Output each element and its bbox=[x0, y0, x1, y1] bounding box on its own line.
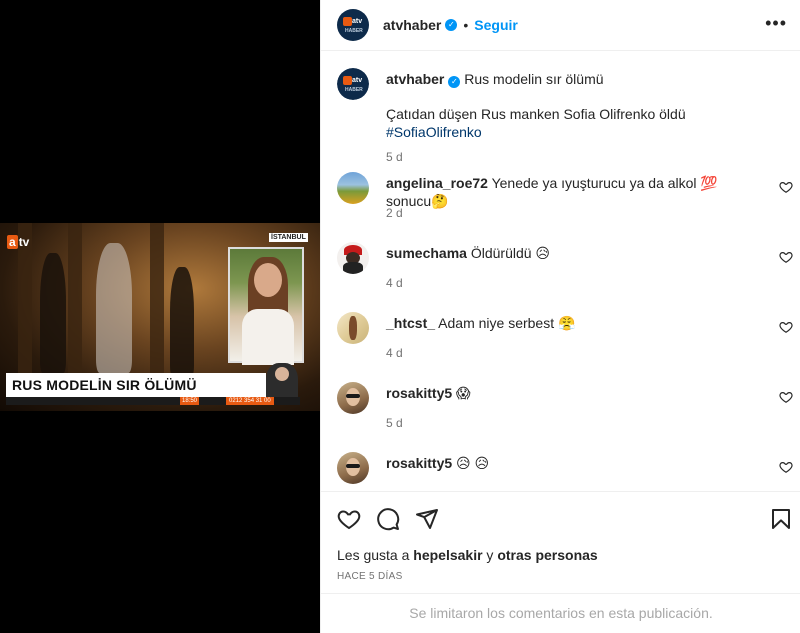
headline-text: RUS MODELİN SIR ÖLÜMÜ bbox=[12, 377, 197, 393]
comment-username[interactable]: sumechama bbox=[386, 245, 467, 261]
post-header: atv HABER atvhaber ✓ • Seguir ••• bbox=[321, 0, 800, 51]
comment-text: Öldürüldü 😥 bbox=[470, 245, 551, 261]
avatar[interactable]: atv HABER bbox=[337, 9, 369, 41]
comment-username[interactable]: rosakitty5 bbox=[386, 455, 452, 471]
comment-item: rosakitty5 😱 5 d bbox=[337, 382, 793, 432]
separator-dot: • bbox=[463, 17, 469, 33]
ticker-time: 18:50 bbox=[180, 397, 200, 405]
caption-title: Rus modelin sır ölümü bbox=[464, 71, 604, 87]
comment-body: rosakitty5 😱 bbox=[386, 384, 766, 402]
comment-text: 😥 😥 bbox=[456, 455, 490, 471]
post-caption: atv HABER atvhaber ✓ Rus modelin sır ölümü… bbox=[337, 68, 787, 164]
like-heart-icon[interactable] bbox=[779, 250, 793, 264]
background-pillar bbox=[68, 223, 82, 373]
background-pillar bbox=[150, 223, 164, 373]
verified-badge-icon: ✓ bbox=[448, 76, 461, 88]
comments-limited-notice: Se limitaron los comentarios en esta pub… bbox=[321, 593, 800, 632]
inset-portrait bbox=[228, 247, 304, 365]
comment-item: rosakitty5 😥 😥 bbox=[337, 452, 793, 490]
location-tag: İSTANBUL bbox=[269, 233, 308, 242]
comment-item: sumechama Öldürüldü 😥 4 d bbox=[337, 242, 793, 292]
like-heart-icon[interactable] bbox=[779, 320, 793, 334]
comment-text: Adam niye serbest 😤 bbox=[438, 315, 576, 331]
caption-username[interactable]: atvhaber bbox=[386, 71, 444, 87]
comment-username[interactable]: _htcst_ bbox=[386, 315, 435, 331]
comment-body: sumechama Öldürüldü 😥 bbox=[386, 244, 766, 262]
comment-item: _htcst_ Adam niye serbest 😤 4 d bbox=[337, 312, 793, 362]
comment-username[interactable]: rosakitty5 bbox=[386, 385, 452, 401]
header-username[interactable]: atvhaber bbox=[383, 17, 441, 33]
video-player[interactable]: a tv İSTANBUL RUS MODELİN SIR ÖLÜMÜ 18:50… bbox=[0, 223, 320, 411]
avatar[interactable] bbox=[337, 172, 369, 204]
liked-by-user-link[interactable]: hepelsakir bbox=[413, 547, 482, 563]
liked-by-others-link[interactable]: otras personas bbox=[497, 547, 597, 563]
comment-text: 😱 bbox=[456, 385, 471, 401]
verified-badge-icon: ✓ bbox=[445, 19, 458, 31]
crowd-figure bbox=[170, 267, 194, 377]
comment-body: angelina_roe72 Yenede ya ıyuşturucu ya d… bbox=[386, 174, 766, 210]
post-panel: atv HABER atvhaber ✓ • Seguir ••• atv HABE… bbox=[320, 0, 800, 633]
follow-button[interactable]: Seguir bbox=[474, 17, 518, 33]
media-pane: a tv İSTANBUL RUS MODELİN SIR ÖLÜMÜ 18:50… bbox=[0, 0, 320, 633]
channel-logo: a tv bbox=[7, 235, 30, 249]
ticker-phone: 0212 354 31 00 bbox=[226, 397, 274, 405]
crowd-figure bbox=[96, 243, 132, 373]
comment-bubble-icon[interactable] bbox=[376, 507, 400, 531]
comment-time: 4 d bbox=[386, 346, 403, 360]
like-heart-icon[interactable] bbox=[337, 507, 361, 531]
caption-text: Çatıdan düşen Rus manken Sofia Olifrenko… bbox=[386, 106, 686, 122]
avatar[interactable]: atv HABER bbox=[337, 68, 369, 100]
caption-body: atvhaber ✓ Rus modelin sır ölümü Çatıdan … bbox=[386, 70, 766, 141]
bookmark-icon[interactable] bbox=[769, 507, 793, 531]
comment-time: 5 d bbox=[386, 416, 403, 430]
like-heart-icon[interactable] bbox=[779, 390, 793, 404]
caption-time: 5 d bbox=[386, 150, 403, 164]
avatar[interactable] bbox=[337, 382, 369, 414]
avatar[interactable] bbox=[337, 242, 369, 274]
avatar[interactable] bbox=[337, 452, 369, 484]
share-send-icon[interactable] bbox=[415, 507, 439, 531]
post-date[interactable]: HACE 5 DÍAS bbox=[337, 571, 403, 582]
comment-username[interactable]: angelina_roe72 bbox=[386, 175, 488, 191]
like-heart-icon[interactable] bbox=[779, 180, 793, 194]
hashtag-link[interactable]: #SofiaOlifrenko bbox=[386, 124, 482, 140]
comment-item: angelina_roe72 Yenede ya ıyuşturucu ya d… bbox=[337, 172, 793, 222]
avatar[interactable] bbox=[337, 312, 369, 344]
like-heart-icon[interactable] bbox=[779, 460, 793, 474]
comment-body: _htcst_ Adam niye serbest 😤 bbox=[386, 314, 766, 332]
crowd-figure bbox=[40, 253, 66, 373]
comment-body: rosakitty5 😥 😥 bbox=[386, 454, 766, 472]
headline-bar: RUS MODELİN SIR ÖLÜMÜ bbox=[6, 373, 266, 397]
more-options-icon[interactable]: ••• bbox=[765, 13, 787, 34]
comment-time: 2 d bbox=[386, 206, 403, 220]
comments-list[interactable]: atv HABER atvhaber ✓ Rus modelin sır ölümü… bbox=[321, 52, 800, 490]
comment-time: 4 d bbox=[386, 276, 403, 290]
action-bar: Les gusta a hepelsakir y otras personas … bbox=[321, 491, 800, 631]
likes-summary: Les gusta a hepelsakir y otras personas bbox=[337, 547, 598, 563]
